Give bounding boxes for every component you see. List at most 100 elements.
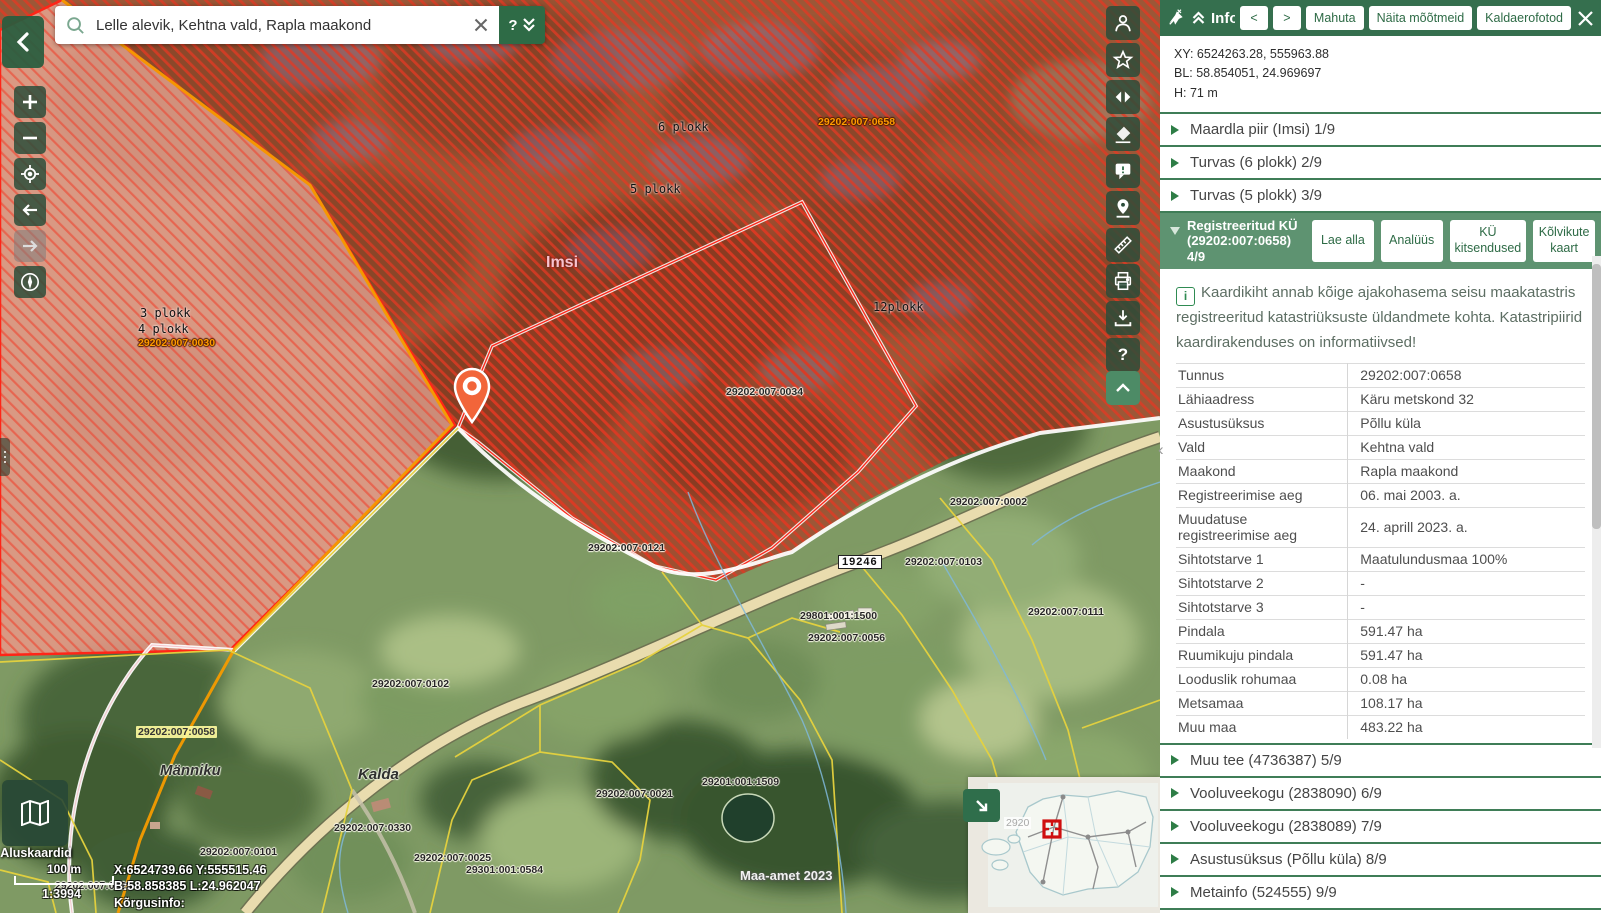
table-label: Muu maa (1176, 715, 1348, 739)
overview-partial-label: 2920 (1004, 817, 1031, 829)
accordion-item[interactable]: Muu tee (4736387) 5/9 (1160, 745, 1601, 778)
table-label: Maakond (1176, 459, 1348, 483)
scale-bar: 100 m 1:3994 (14, 862, 114, 901)
accordion-item-expanded[interactable]: Registreeritud KÜ (29202:007:0658) 4/9 L… (1160, 213, 1601, 269)
table-label: Looduslik rohumaa (1176, 667, 1348, 691)
search-help-button[interactable]: ? (508, 17, 517, 34)
user-account-button[interactable] (1106, 6, 1140, 40)
sidebar-drag-handle[interactable] (0, 438, 10, 476)
accordion-list-bottom: Muu tee (4736387) 5/9 Vooluveekogu (28380… (1160, 743, 1601, 910)
accordion-label: Vooluveekogu (2838090) 6/9 (1190, 785, 1382, 802)
table-row: Tunnus29202:007:0658 (1176, 363, 1585, 387)
compass-button[interactable] (14, 266, 46, 298)
search-input[interactable] (94, 16, 465, 35)
action-button[interactable]: Kõlvikute kaart (1533, 220, 1595, 262)
table-row: Registreerimise aeg06. mai 2003. a. (1176, 483, 1585, 507)
pin-panel-icon[interactable] (1166, 8, 1186, 28)
search-box[interactable] (55, 6, 499, 44)
table-label: Sihtotstarve 1 (1176, 547, 1348, 571)
cadastral-details: iKaardikiht annab kõige ajakohasema seis… (1160, 269, 1601, 745)
coord-bl: BL: 58.854051, 24.969697 (1174, 64, 1587, 83)
overview-collapse-button[interactable] (963, 789, 1000, 822)
table-value: Rapla maakond (1348, 459, 1585, 483)
measure-button[interactable] (1106, 228, 1140, 262)
download-button[interactable] (1106, 301, 1140, 335)
action-button[interactable]: Analüüs (1381, 220, 1443, 262)
clicked-coordinates: XY: 6524263.28, 555963.88 BL: 58.854051,… (1160, 36, 1601, 112)
accordion-item[interactable]: Asustusüksus (Põllu küla) 8/9 (1160, 844, 1601, 877)
header-button[interactable]: Kaldaerofotod (1477, 6, 1571, 30)
table-label: Metsamaa (1176, 691, 1348, 715)
layer-description-text: Kaardikiht annab kõige ajakohasema seisu… (1176, 284, 1582, 351)
help-button[interactable]: ? (1106, 338, 1140, 372)
table-value: 591.47 ha (1348, 619, 1585, 643)
cursor-coordinates: X:6524739.66 Y:555515.46 B:58.858385 L:2… (114, 862, 266, 911)
table-label: Ruumikuju pindala (1176, 643, 1348, 667)
close-panel-icon[interactable] (1576, 9, 1595, 28)
history-forward-button[interactable] (14, 230, 46, 262)
layer-description: iKaardikiht annab kõige ajakohasema seis… (1176, 281, 1585, 355)
table-row: Looduslik rohumaa0.08 ha (1176, 667, 1585, 691)
expand-arrow-icon (1171, 191, 1179, 201)
map-canvas[interactable]: 6 plokk5 plokk29202:007:0658Imsi12plokk3… (0, 0, 1160, 913)
info-panel: Info < > MahutaNäita mõõtmeidKaldaerofot… (1160, 0, 1601, 913)
accordion-item[interactable]: Vooluveekogu (2838089) 7/9 (1160, 811, 1601, 844)
zoom-out-button[interactable] (14, 122, 46, 154)
feedback-button[interactable] (1106, 154, 1140, 188)
zoom-in-button[interactable] (14, 86, 46, 118)
header-button[interactable]: Näita mõõtmeid (1369, 6, 1473, 30)
collapse-arrow-icon (1170, 227, 1180, 235)
layer-action-buttons: Lae allaAnalüüsKÜ kitsendusedKõlvikute k… (1312, 220, 1595, 262)
scale-bracket (14, 876, 114, 885)
action-button[interactable]: KÜ kitsendused (1450, 220, 1527, 262)
expand-arrow-icon (1171, 854, 1179, 864)
accordion-item[interactable]: Vooluveekogu (2838090) 6/9 (1160, 778, 1601, 811)
basemap-button[interactable] (2, 780, 68, 846)
add-location-button[interactable] (1106, 191, 1140, 225)
table-value: 108.17 ha (1348, 691, 1585, 715)
table-row: Metsamaa108.17 ha (1176, 691, 1585, 715)
table-row: Sihtotstarve 2- (1176, 571, 1585, 595)
table-row: MaakondRapla maakond (1176, 459, 1585, 483)
search-bar: ? (55, 6, 545, 44)
history-back-button[interactable] (14, 194, 46, 226)
table-value: Kehtna vald (1348, 435, 1585, 459)
panel-scrollbar[interactable] (1592, 256, 1601, 748)
accordion-item[interactable]: Metainfo (524555) 9/9 (1160, 877, 1601, 910)
scale-ratio: 1:3994 (42, 887, 114, 901)
toolbar-collapse-button[interactable] (1106, 371, 1140, 405)
action-button[interactable]: Lae alla (1312, 220, 1374, 262)
table-label: Pindala (1176, 619, 1348, 643)
expand-arrow-icon (1171, 755, 1179, 765)
print-button[interactable] (1106, 264, 1140, 298)
accordion-label: Maardla piir (Imsi) 1/9 (1190, 121, 1335, 138)
table-value: Põllu küla (1348, 411, 1585, 435)
accordion-list-top: Maardla piir (Imsi) 1/9 Turvas (6 plokk) … (1160, 112, 1601, 213)
table-value: 06. mai 2003. a. (1348, 483, 1585, 507)
coord-xy: XY: 6524263.28, 555963.88 (1174, 45, 1587, 64)
accordion-item[interactable]: Maardla piir (Imsi) 1/9 (1160, 114, 1601, 147)
compare-maps-button[interactable] (1106, 80, 1140, 114)
table-label: Registreerimise aeg (1176, 483, 1348, 507)
clear-search-icon[interactable] (473, 17, 489, 33)
accordion-item[interactable]: Turvas (6 plokk) 2/9 (1160, 147, 1601, 180)
accordion-label: Asustusüksus (Põllu küla) 8/9 (1190, 851, 1387, 868)
scrollbar-thumb[interactable] (1592, 264, 1601, 529)
table-row: Sihtotstarve 1Maatulundusmaa 100% (1176, 547, 1585, 571)
header-button[interactable]: Mahuta (1306, 6, 1364, 30)
geolocate-button[interactable] (14, 158, 46, 190)
next-feature-button[interactable]: > (1273, 6, 1301, 30)
eraser-button[interactable] (1106, 117, 1140, 151)
collapse-panel-icon[interactable] (1191, 10, 1206, 26)
expand-arrow-icon (1171, 158, 1179, 168)
table-value: 29202:007:0658 (1348, 363, 1585, 387)
accordion-item[interactable]: Turvas (5 plokk) 3/9 (1160, 180, 1601, 213)
table-row: LähiaadressKäru metskond 32 (1176, 387, 1585, 411)
panel-edge-collapse-icon[interactable]: ‹ (1158, 440, 1164, 460)
collapse-search-button[interactable] (2, 16, 44, 68)
table-value: 483.22 ha (1348, 715, 1585, 739)
prev-feature-button[interactable]: < (1240, 6, 1268, 30)
bookmarks-button[interactable] (1106, 43, 1140, 77)
table-value: 24. aprill 2023. a. (1348, 507, 1585, 547)
expand-search-icon[interactable] (522, 16, 536, 34)
